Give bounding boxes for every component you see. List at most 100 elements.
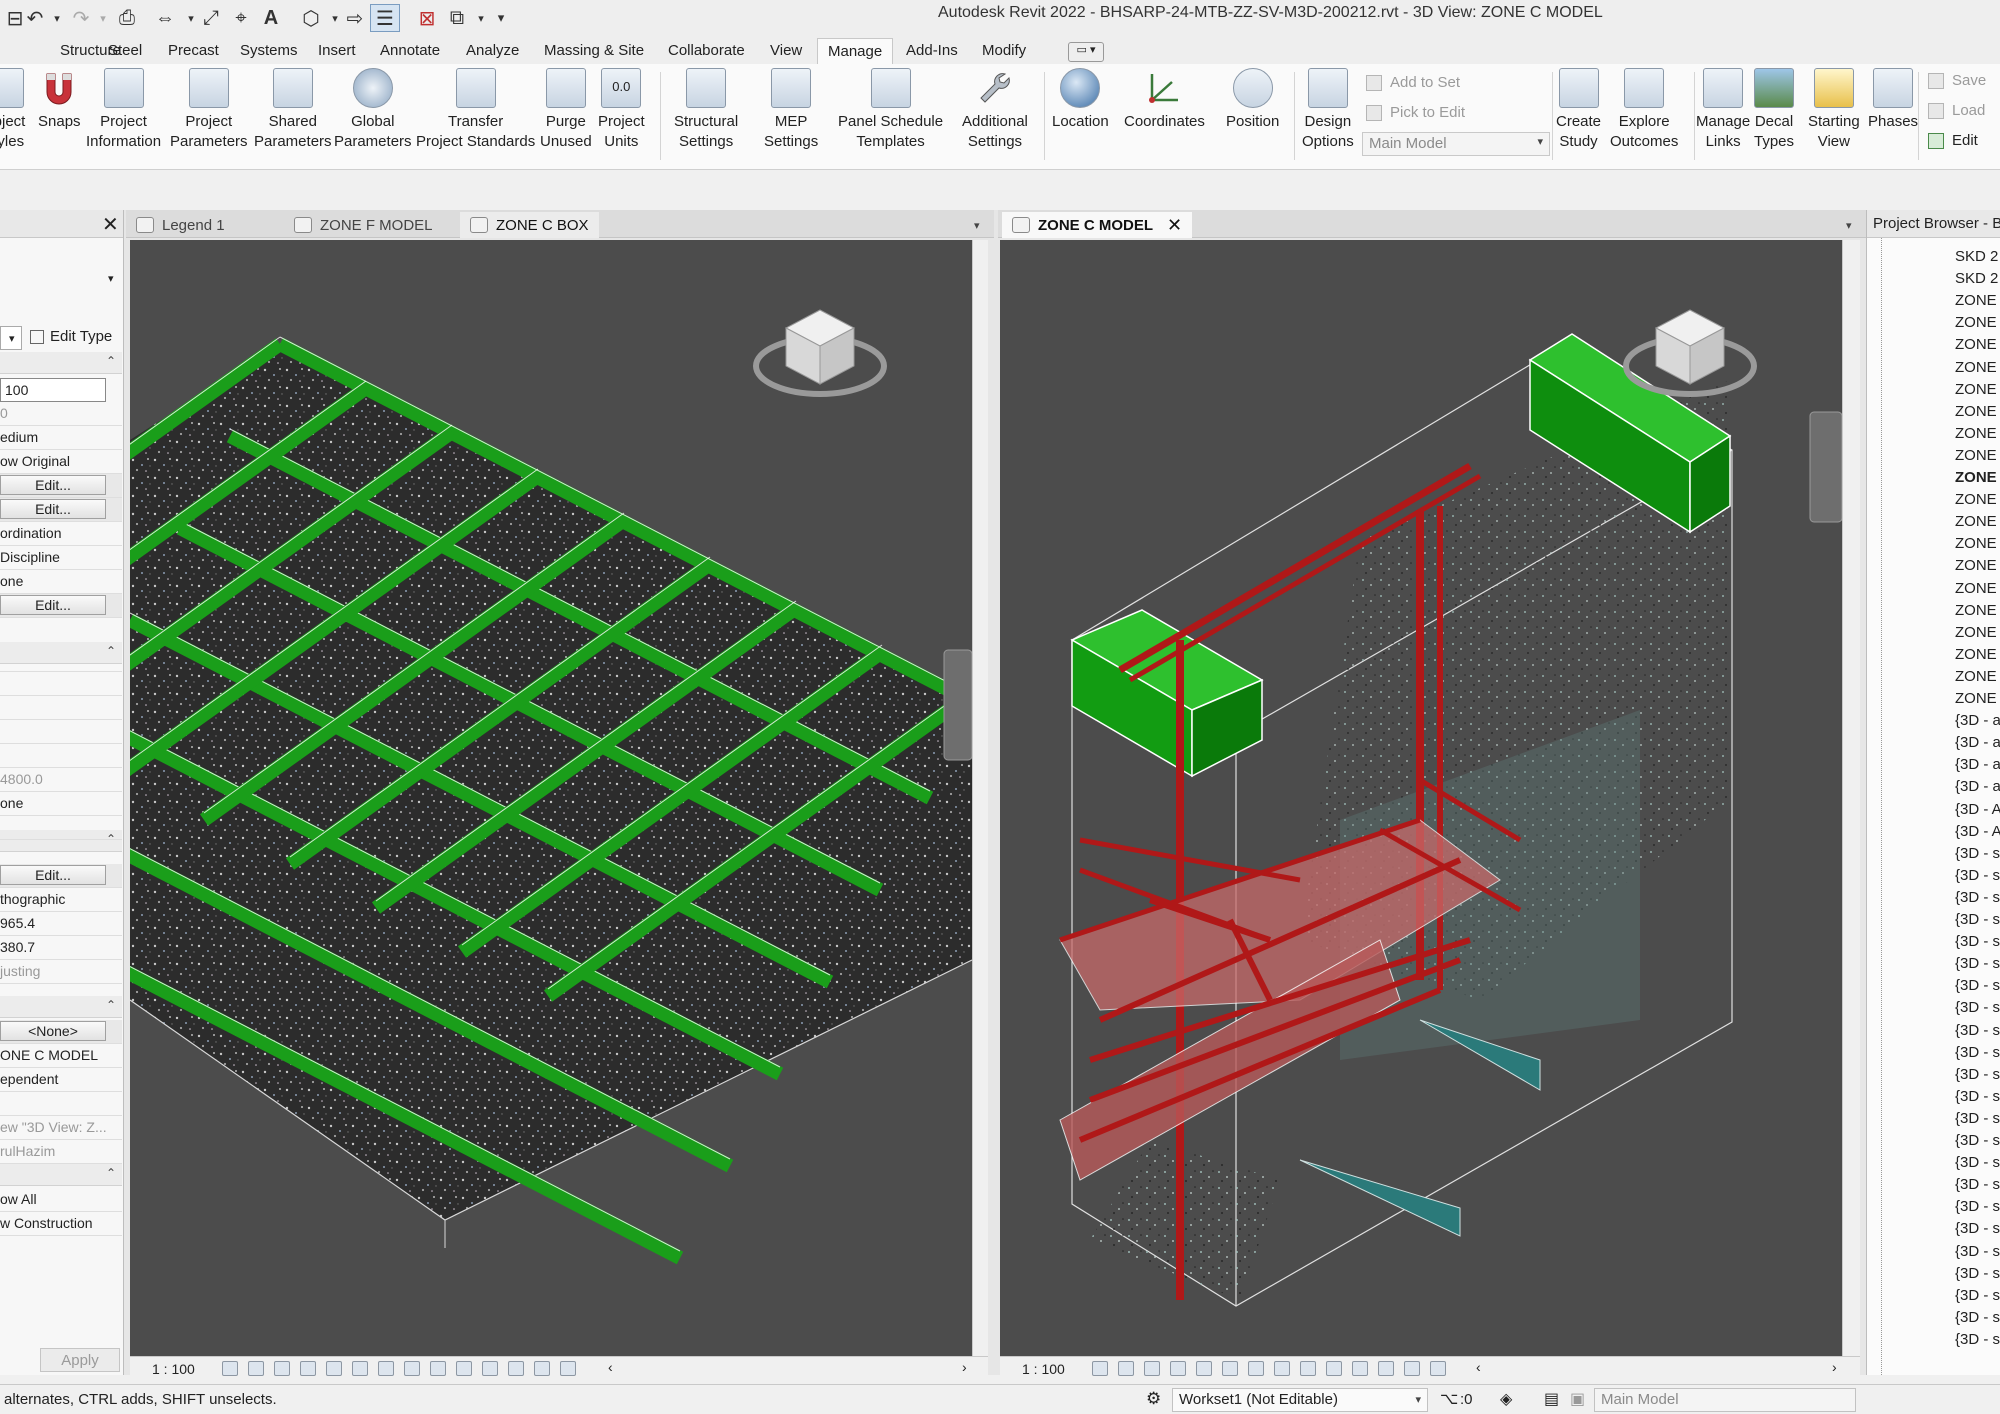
tab-massing-site[interactable]: Massing & Site <box>544 38 644 64</box>
property-edit-button[interactable]: Edit... <box>0 595 106 615</box>
browser-view-item[interactable]: {3D - s <box>1955 1154 2000 1171</box>
type-selector-dropdown-icon[interactable]: ▾ <box>108 272 114 285</box>
scroll-left-icon[interactable]: ‹ <box>1476 1359 1481 1375</box>
property-value[interactable]: 965.4 <box>0 912 122 936</box>
global-parameters-button[interactable]: Global Parameters <box>334 68 412 152</box>
detail-level-icon[interactable] <box>222 1361 238 1376</box>
reveal-hidden-icon[interactable] <box>1326 1361 1342 1376</box>
save-selection-button[interactable]: Save <box>1928 72 1986 89</box>
browser-view-item[interactable]: {3D - s <box>1955 1287 2000 1304</box>
sun-path-icon[interactable] <box>1144 1361 1160 1376</box>
browser-view-item[interactable]: {3D - A <box>1955 801 2000 818</box>
browser-view-item[interactable]: SKD 2 <box>1955 248 1998 265</box>
temporary-hide-icon[interactable] <box>1300 1361 1316 1376</box>
edit-selection-button[interactable]: Edit <box>1928 132 1978 149</box>
add-to-set-button[interactable]: Add to Set <box>1366 74 1460 91</box>
property-value[interactable] <box>0 648 122 672</box>
tab-add-ins[interactable]: Add-Ins <box>906 38 958 64</box>
browser-view-item[interactable]: ZONE <box>1955 292 1997 309</box>
property-value[interactable]: ependent <box>0 1068 122 1092</box>
browser-view-item[interactable]: {3D - s <box>1955 1331 2000 1348</box>
detail-level-icon[interactable] <box>1092 1361 1108 1376</box>
sun-path-icon[interactable] <box>274 1361 290 1376</box>
property-value[interactable] <box>0 1092 122 1116</box>
tab-zone-f-model[interactable]: ZONE F MODEL <box>294 212 433 238</box>
analytical-model-icon[interactable] <box>1378 1361 1394 1376</box>
browser-view-item[interactable]: {3D - a <box>1955 712 2000 729</box>
browser-view-item[interactable]: ZONE <box>1955 447 1997 464</box>
browser-view-item[interactable]: {3D - s <box>1955 955 2000 972</box>
property-edit-button[interactable]: Edit... <box>0 499 106 519</box>
browser-view-item[interactable]: {3D - s <box>1955 1243 2000 1260</box>
property-value[interactable]: one <box>0 570 122 594</box>
property-value[interactable]: ordination <box>0 522 122 546</box>
explore-outcomes-button[interactable]: Explore Outcomes <box>1610 68 1678 152</box>
browser-view-item[interactable]: ZONE <box>1955 381 1997 398</box>
customize-toolbar-icon[interactable]: ▾ <box>486 4 516 32</box>
browser-view-item[interactable]: {3D - s <box>1955 1110 2000 1127</box>
browser-view-item[interactable]: {3D - s <box>1955 1176 2000 1193</box>
browser-view-item[interactable]: {3D - s <box>1955 1066 2000 1083</box>
right-3d-viewport[interactable] <box>1000 240 1842 1356</box>
worksets-icon[interactable]: ⚙ <box>1146 1389 1161 1409</box>
instance-filter-combo[interactable]: ▾ <box>0 326 22 350</box>
left-vertical-scrollbar[interactable] <box>972 240 988 1356</box>
left-view-scale[interactable]: 1 : 100 <box>152 1361 195 1377</box>
navigation-bar[interactable] <box>943 649 972 761</box>
scroll-left-icon[interactable]: ‹ <box>608 1359 613 1375</box>
property-value[interactable]: 0 <box>0 402 122 426</box>
visual-style-icon[interactable] <box>1118 1361 1134 1376</box>
crop-view-icon[interactable] <box>352 1361 368 1376</box>
panel-schedule-templates-button[interactable]: Panel Schedule Templates <box>838 68 943 152</box>
worksharing-display-icon[interactable] <box>1352 1361 1368 1376</box>
browser-view-item[interactable]: ZONE <box>1955 535 1997 552</box>
coordinates-button[interactable]: Coordinates <box>1124 68 1205 132</box>
lock-view-icon[interactable] <box>1274 1361 1290 1376</box>
browser-view-item[interactable]: {3D - s <box>1955 1309 2000 1326</box>
browser-view-item[interactable]: {3D - a <box>1955 778 2000 795</box>
property-value[interactable]: rulHazim <box>0 1140 122 1164</box>
right-view-scale[interactable]: 1 : 100 <box>1022 1361 1065 1377</box>
browser-view-item[interactable]: {3D - s <box>1955 999 2000 1016</box>
temporary-hide-icon[interactable] <box>430 1361 446 1376</box>
tab-systems[interactable]: Systems <box>240 38 298 64</box>
worksharing-display-icon[interactable] <box>482 1361 498 1376</box>
browser-view-item[interactable]: ZONE <box>1955 690 1997 707</box>
property-value[interactable]: w Construction <box>0 1212 122 1236</box>
browser-view-item[interactable]: ZONE <box>1955 513 1997 530</box>
additional-settings-button[interactable]: Additional Settings <box>962 68 1028 152</box>
property-value[interactable]: Discipline <box>0 546 122 570</box>
exclude-options-icon[interactable]: ▣ <box>1570 1389 1585 1409</box>
design-options-status-icon[interactable]: ◈ <box>1500 1389 1512 1409</box>
tab-manage[interactable]: Manage <box>817 38 894 64</box>
property-value[interactable]: ONE C MODEL <box>0 1044 122 1068</box>
visual-style-icon[interactable] <box>248 1361 264 1376</box>
tab-insert[interactable]: Insert <box>318 38 356 64</box>
tag-icon[interactable]: ⌖ <box>226 4 256 32</box>
property-edit-button[interactable]: Edit... <box>0 475 106 495</box>
property-value[interactable] <box>0 720 122 744</box>
close-icon[interactable]: ✕ <box>102 212 119 237</box>
location-button[interactable]: Location <box>1052 68 1109 132</box>
property-value[interactable]: one <box>0 792 122 816</box>
show-crop-icon[interactable] <box>378 1361 394 1376</box>
property-value[interactable]: ow All <box>0 1188 122 1212</box>
browser-view-item[interactable]: {3D - s <box>1955 1220 2000 1237</box>
browser-view-item[interactable]: ZONE <box>1955 314 1997 331</box>
browser-view-item[interactable]: {3D - s <box>1955 977 2000 994</box>
properties-group[interactable]: ⌃ <box>0 1164 122 1186</box>
active-workset-combo[interactable]: Workset1 (Not Editable) ▾ <box>1172 1388 1428 1412</box>
property-edit-button[interactable]: <None> <box>0 1021 106 1041</box>
tab-precast[interactable]: Precast <box>168 38 219 64</box>
show-crop-icon[interactable] <box>1248 1361 1264 1376</box>
browser-view-item[interactable]: {3D - A <box>1955 823 2000 840</box>
render-icon[interactable] <box>1196 1361 1212 1376</box>
lock-view-icon[interactable] <box>404 1361 420 1376</box>
editable-only-icon[interactable]: ⌥ <box>1440 1389 1458 1409</box>
browser-view-item[interactable]: SKD 2 <box>1955 270 1998 287</box>
crop-view-icon[interactable] <box>1222 1361 1238 1376</box>
edit-type-button[interactable]: Edit Type <box>30 328 112 345</box>
shared-parameters-button[interactable]: Shared Parameters <box>254 68 332 152</box>
browser-view-item[interactable]: ZONE <box>1955 646 1997 663</box>
property-edit-button[interactable]: Edit... <box>0 865 106 885</box>
